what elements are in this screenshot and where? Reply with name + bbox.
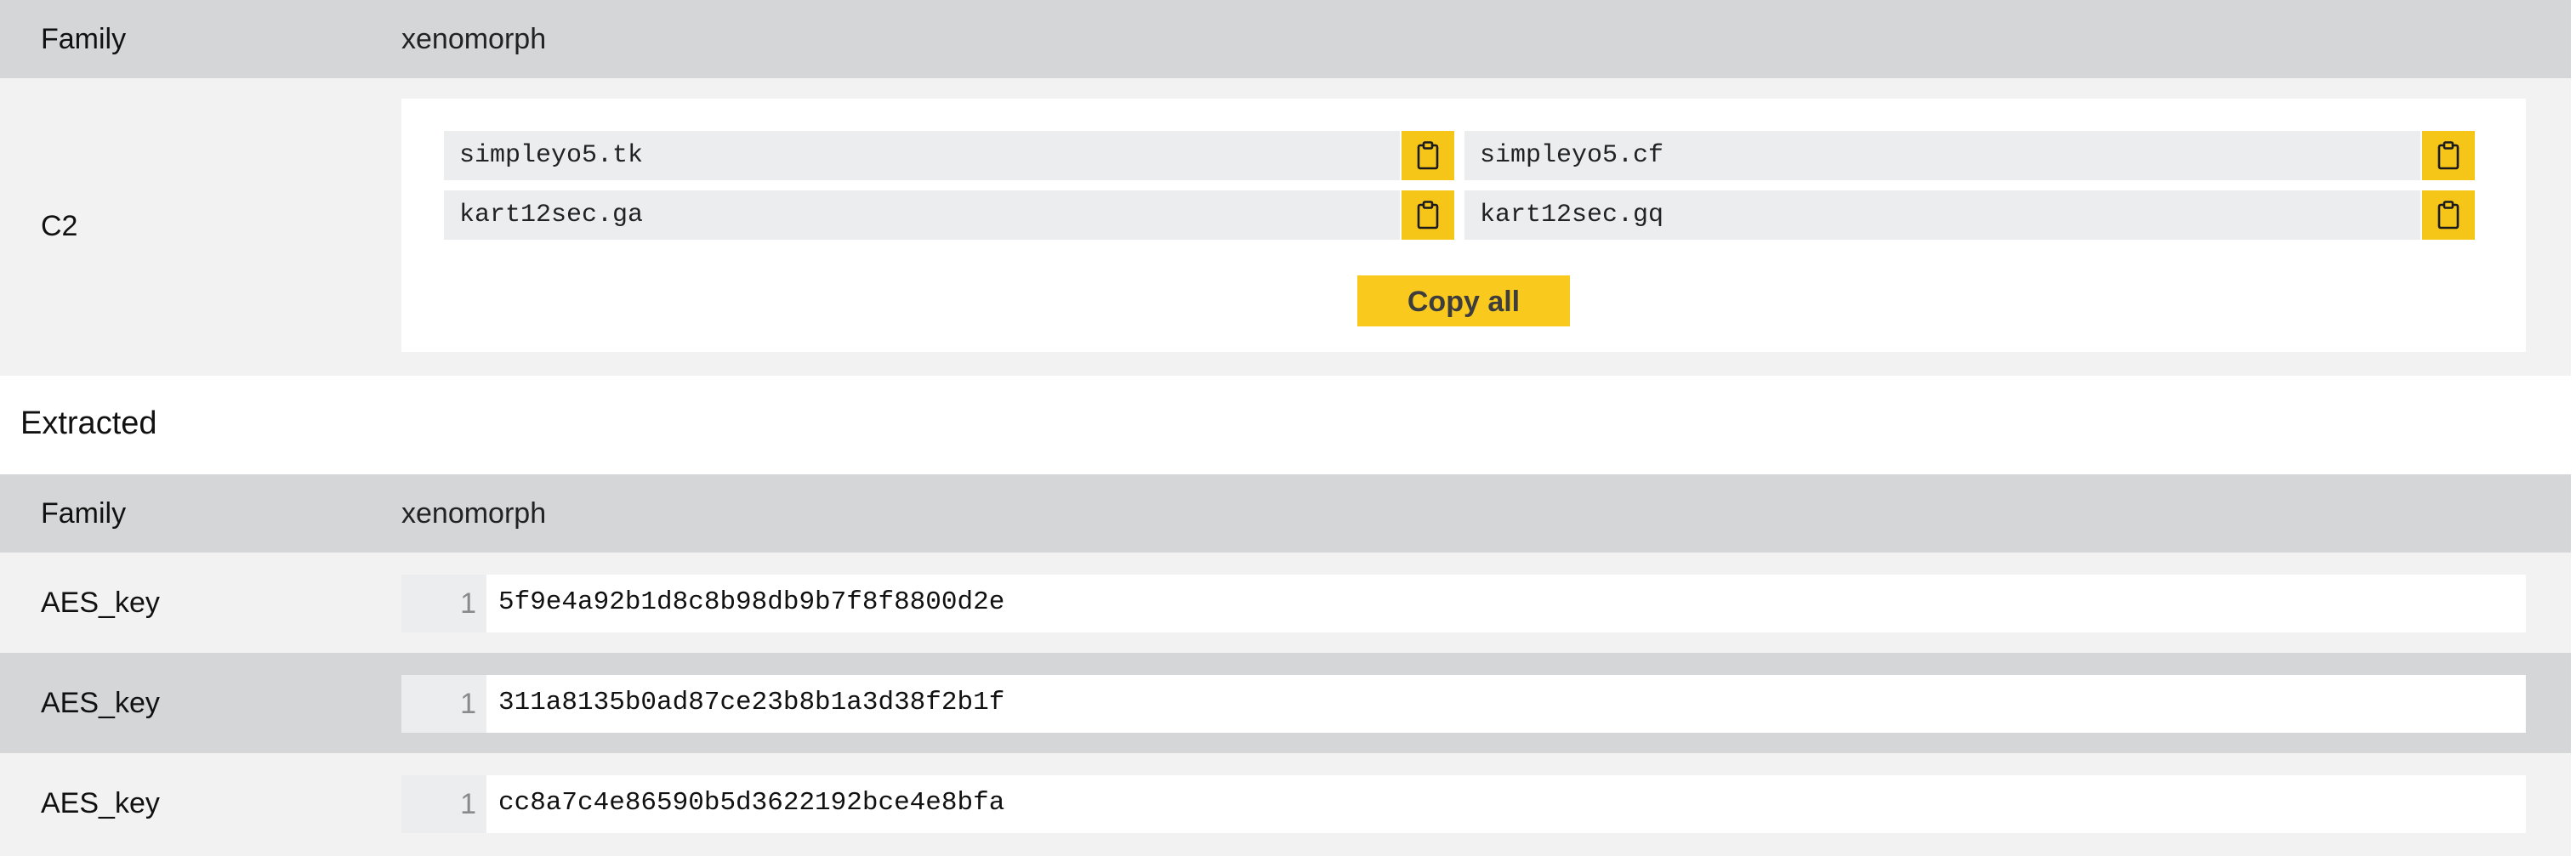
copy-button[interactable]	[1402, 190, 1454, 240]
c2-entry: kart12sec.ga	[444, 190, 1454, 240]
c2-label: C2	[41, 210, 78, 242]
results-page: Family xenomorph C2 simpleyo5.tk simpley…	[0, 0, 2571, 856]
family-row: Family xenomorph	[0, 0, 2571, 78]
c2-entry: kart12sec.gq	[1464, 190, 2475, 240]
c2-address-field[interactable]: simpleyo5.tk	[444, 131, 1400, 180]
scrollbar-track	[2571, 0, 2576, 856]
clipboard-icon	[1417, 141, 1439, 170]
extracted-section-header: Extracted	[0, 376, 2571, 474]
clipboard-icon	[1417, 201, 1439, 230]
aes-key-value[interactable]: 311a8135b0ad87ce23b8b1a3d38f2b1f	[498, 675, 1004, 731]
aes-key-label: AES_key	[41, 787, 160, 819]
code-box[interactable]: 1 cc8a7c4e86590b5d3622192bce4e8bfa	[401, 775, 2526, 833]
family-label: Family	[41, 497, 127, 530]
copy-button[interactable]	[2422, 190, 2475, 240]
line-number: 1	[401, 575, 486, 632]
c2-address-field[interactable]: kart12sec.ga	[444, 190, 1400, 240]
c2-address-field[interactable]: simpleyo5.cf	[1464, 131, 2420, 180]
aes-key-value[interactable]: cc8a7c4e86590b5d3622192bce4e8bfa	[498, 775, 1004, 831]
aes-key-row: AES_key 1 5f9e4a92b1d8c8b98db9b7f8f8800d…	[0, 553, 2571, 653]
aes-key-label: AES_key	[41, 587, 160, 619]
family-value: xenomorph	[401, 23, 547, 55]
family-value: xenomorph	[401, 497, 547, 530]
copy-all-button[interactable]: Copy all	[1357, 275, 1570, 326]
family-label: Family	[41, 23, 127, 55]
clipboard-icon	[2437, 201, 2459, 230]
clipboard-icon	[2437, 141, 2459, 170]
line-number: 1	[401, 675, 486, 733]
c2-entry: simpleyo5.tk	[444, 131, 1454, 180]
extracted-family-row: Family xenomorph	[0, 474, 2571, 553]
line-number: 1	[401, 775, 486, 833]
copy-button[interactable]	[1402, 131, 1454, 180]
c2-entry: simpleyo5.cf	[1464, 131, 2475, 180]
code-box[interactable]: 1 311a8135b0ad87ce23b8b1a3d38f2b1f	[401, 675, 2526, 733]
aes-key-row: AES_key 1 311a8135b0ad87ce23b8b1a3d38f2b…	[0, 653, 2571, 753]
aes-key-row: AES_key 1 cc8a7c4e86590b5d3622192bce4e8b…	[0, 753, 2571, 856]
c2-address-field[interactable]: kart12sec.gq	[1464, 190, 2420, 240]
aes-key-label: AES_key	[41, 687, 160, 719]
aes-key-value[interactable]: 5f9e4a92b1d8c8b98db9b7f8f8800d2e	[498, 575, 1004, 631]
copy-button[interactable]	[2422, 131, 2475, 180]
code-box[interactable]: 1 5f9e4a92b1d8c8b98db9b7f8f8800d2e	[401, 575, 2526, 632]
section-title: Extracted	[20, 405, 157, 441]
c2-panel: simpleyo5.tk simpleyo5.cf kart12sec.ga k…	[401, 99, 2526, 352]
c2-row: C2 simpleyo5.tk simpleyo5.cf kart12sec.g…	[0, 78, 2571, 376]
